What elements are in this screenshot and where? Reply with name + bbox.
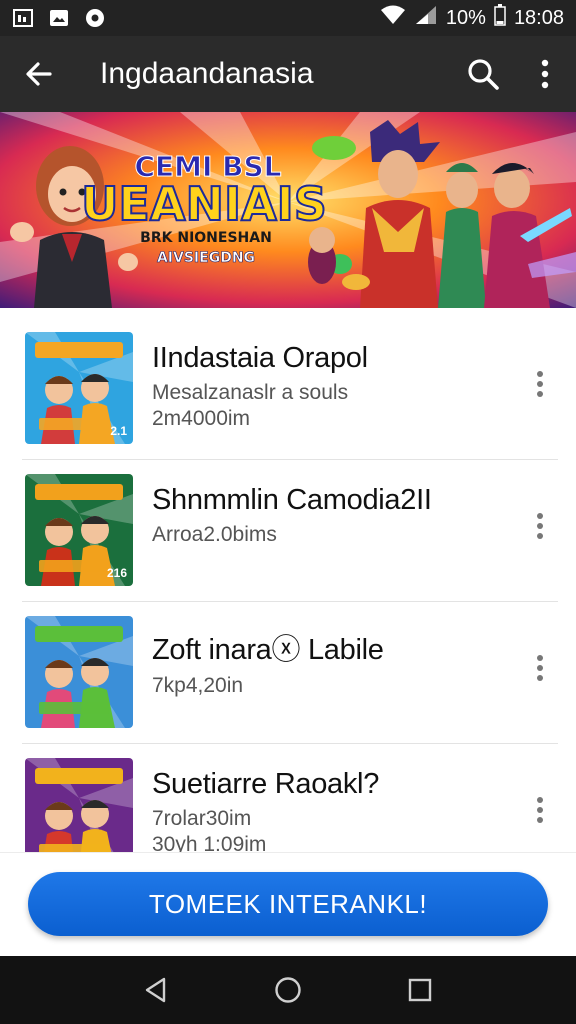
- clock: 18:08: [513, 6, 564, 29]
- app-title: Suetiarre Raoakl?: [152, 768, 380, 800]
- signal-icon: [414, 5, 438, 31]
- battery-icon: [494, 4, 506, 32]
- list-item[interactable]: Zoft inaraⓧ Labile 7kp4,20in: [22, 602, 558, 744]
- page-title: Ingdaandanasia: [100, 57, 314, 90]
- thumbnail-badge: 216: [106, 566, 127, 580]
- more-vert-icon[interactable]: [522, 366, 558, 402]
- arrow-back-icon[interactable]: [0, 36, 78, 112]
- thumbnail-badge: 2.1: [110, 424, 127, 438]
- app-title: Shnmmlin Camodia2II: [152, 484, 432, 516]
- app-bar: Ingdaandanasia: [0, 36, 576, 112]
- promo-banner[interactable]: CEMI BSL UEANIAIS BRK NIONESHAN AIVSIEGD…: [0, 112, 576, 308]
- wifi-icon: [380, 5, 406, 31]
- list-item[interactable]: Suetiarre Raoakl? 7rolar30im 30уh 1:09im: [22, 744, 558, 852]
- app-subtitle: 7rolar30im: [152, 807, 252, 830]
- list-item[interactable]: 2.1 IIndastaia Orapol Mesalzanaslr a souls…: [22, 318, 558, 460]
- nav-home-icon[interactable]: [268, 970, 308, 1010]
- app-meta: 2m4000im: [152, 407, 251, 430]
- status-bar: 10% 18:08: [0, 0, 576, 36]
- nav-recents-icon[interactable]: [400, 970, 440, 1010]
- search-icon[interactable]: [452, 36, 514, 112]
- app-thumbnail[interactable]: 2.1: [25, 332, 133, 444]
- system-nav-bar: [0, 956, 576, 1024]
- app-subtitle: 7kp4,20in: [152, 674, 244, 697]
- photo-icon: [48, 8, 70, 28]
- banner-line4: AIVSIEGDNG: [157, 250, 255, 266]
- more-vert-icon[interactable]: [522, 650, 558, 686]
- app-subtitle: Mesalzanaslr a souls: [152, 381, 349, 404]
- install-button[interactable]: TOMEEK INTERANKL!: [28, 872, 548, 936]
- more-vert-icon[interactable]: [522, 792, 558, 828]
- app-thumbnail[interactable]: [25, 616, 133, 728]
- list-item[interactable]: 216 Shnmmlin Camodia2II Arroa2.0bims: [22, 460, 558, 602]
- app-thumbnail[interactable]: 216: [25, 474, 133, 586]
- app-title: Zoft inaraⓧ Labile: [152, 634, 384, 666]
- music-icon: [84, 8, 106, 28]
- app-meta: 30уh 1:09im: [152, 833, 267, 852]
- app-title: IIndastaia Orapol: [152, 342, 368, 374]
- banner-line3: BRK NIONESHAN: [140, 230, 272, 246]
- gallery-icon: [12, 8, 34, 28]
- more-vert-icon[interactable]: [514, 36, 576, 112]
- banner-line2: UEANIAIS: [81, 177, 327, 231]
- battery-percent: 10%: [445, 6, 486, 29]
- app-subtitle: Arroa2.0bims: [152, 523, 277, 546]
- app-thumbnail[interactable]: [25, 758, 133, 852]
- app-list: 2.1 IIndastaia Orapol Mesalzanaslr a souls…: [0, 318, 576, 852]
- nav-back-icon[interactable]: [136, 970, 176, 1010]
- more-vert-icon[interactable]: [522, 508, 558, 544]
